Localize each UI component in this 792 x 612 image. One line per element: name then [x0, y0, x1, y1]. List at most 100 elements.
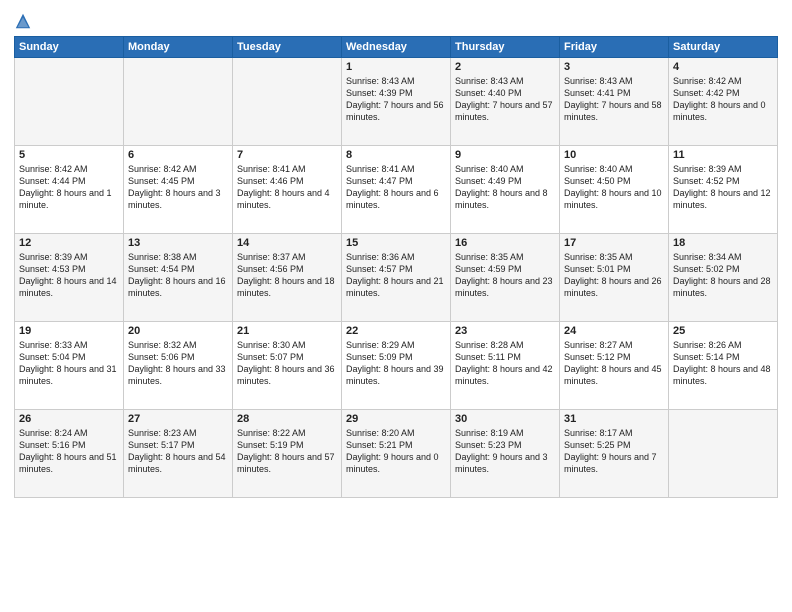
day-number: 11 [673, 149, 773, 161]
day-number: 22 [346, 325, 446, 337]
cell-info: Sunrise: 8:30 AM Sunset: 5:07 PM Dayligh… [237, 339, 337, 388]
day-number: 30 [455, 413, 555, 425]
day-number: 27 [128, 413, 228, 425]
day-number: 3 [564, 61, 664, 73]
cell-info: Sunrise: 8:43 AM Sunset: 4:41 PM Dayligh… [564, 75, 664, 124]
day-number: 19 [19, 325, 119, 337]
calendar-cell: 29 Sunrise: 8:20 AM Sunset: 5:21 PM Dayli… [342, 410, 451, 498]
day-number: 23 [455, 325, 555, 337]
header-saturday: Saturday [669, 37, 778, 58]
cell-info: Sunrise: 8:23 AM Sunset: 5:17 PM Dayligh… [128, 427, 228, 476]
calendar-cell: 22Sunrise: 8:29 AM Sunset: 5:09 PM Dayli… [342, 322, 451, 410]
day-number: 6 [128, 149, 228, 161]
calendar-cell: 15Sunrise: 8:36 AM Sunset: 4:57 PM Dayli… [342, 234, 451, 322]
day-number: 17 [564, 237, 664, 249]
cell-info: Sunrise: 8:40 AM Sunset: 4:50 PM Dayligh… [564, 163, 664, 212]
page-header [14, 12, 778, 30]
cell-info: Sunrise: 8:42 AM Sunset: 4:45 PM Dayligh… [128, 163, 228, 212]
calendar-cell: 21 Sunrise: 8:30 AM Sunset: 5:07 PM Dayli… [233, 322, 342, 410]
calendar-cell: 11 Sunrise: 8:39 AM Sunset: 4:52 PM Dayli… [669, 146, 778, 234]
cell-info: Sunrise: 8:27 AM Sunset: 5:12 PM Dayligh… [564, 339, 664, 388]
calendar-row-0: 1Sunrise: 8:43 AM Sunset: 4:39 PM Daylig… [15, 58, 778, 146]
day-number: 24 [564, 325, 664, 337]
day-number: 31 [564, 413, 664, 425]
day-number: 18 [673, 237, 773, 249]
header-thursday: Thursday [451, 37, 560, 58]
calendar-cell: 28Sunrise: 8:22 AM Sunset: 5:19 PM Dayli… [233, 410, 342, 498]
calendar-cell: 14 Sunrise: 8:37 AM Sunset: 4:56 PM Dayli… [233, 234, 342, 322]
cell-info: Sunrise: 8:17 AM Sunset: 5:25 PM Dayligh… [564, 427, 664, 476]
cell-info: Sunrise: 8:38 AM Sunset: 4:54 PM Dayligh… [128, 251, 228, 300]
calendar-cell: 18Sunrise: 8:34 AM Sunset: 5:02 PM Dayli… [669, 234, 778, 322]
day-number: 20 [128, 325, 228, 337]
calendar-cell [233, 58, 342, 146]
calendar-row-3: 19 Sunrise: 8:33 AM Sunset: 5:04 PM Dayli… [15, 322, 778, 410]
calendar-cell: 6 Sunrise: 8:42 AM Sunset: 4:45 PM Daylig… [124, 146, 233, 234]
calendar-cell [15, 58, 124, 146]
calendar-cell [124, 58, 233, 146]
calendar-cell: 5Sunrise: 8:42 AM Sunset: 4:44 PM Daylig… [15, 146, 124, 234]
calendar-row-2: 12 Sunrise: 8:39 AM Sunset: 4:53 PM Dayli… [15, 234, 778, 322]
cell-info: Sunrise: 8:37 AM Sunset: 4:56 PM Dayligh… [237, 251, 337, 300]
cell-info: Sunrise: 8:28 AM Sunset: 5:11 PM Dayligh… [455, 339, 555, 388]
calendar-cell: 12 Sunrise: 8:39 AM Sunset: 4:53 PM Dayli… [15, 234, 124, 322]
cell-info: Sunrise: 8:43 AM Sunset: 4:39 PM Dayligh… [346, 75, 446, 124]
day-number: 14 [237, 237, 337, 249]
day-number: 2 [455, 61, 555, 73]
day-number: 9 [455, 149, 555, 161]
cell-info: Sunrise: 8:39 AM Sunset: 4:52 PM Dayligh… [673, 163, 773, 212]
day-number: 7 [237, 149, 337, 161]
calendar-cell: 19 Sunrise: 8:33 AM Sunset: 5:04 PM Dayli… [15, 322, 124, 410]
cell-info: Sunrise: 8:41 AM Sunset: 4:47 PM Dayligh… [346, 163, 446, 212]
cell-info: Sunrise: 8:42 AM Sunset: 4:42 PM Dayligh… [673, 75, 773, 124]
day-number: 15 [346, 237, 446, 249]
calendar-cell: 24 Sunrise: 8:27 AM Sunset: 5:12 PM Dayli… [560, 322, 669, 410]
header-wednesday: Wednesday [342, 37, 451, 58]
cell-info: Sunrise: 8:33 AM Sunset: 5:04 PM Dayligh… [19, 339, 119, 388]
calendar-cell: 2 Sunrise: 8:43 AM Sunset: 4:40 PM Daylig… [451, 58, 560, 146]
calendar-cell: 27 Sunrise: 8:23 AM Sunset: 5:17 PM Dayli… [124, 410, 233, 498]
cell-info: Sunrise: 8:19 AM Sunset: 5:23 PM Dayligh… [455, 427, 555, 476]
calendar-header-row: Sunday Monday Tuesday Wednesday Thursday… [15, 37, 778, 58]
calendar-row-1: 5Sunrise: 8:42 AM Sunset: 4:44 PM Daylig… [15, 146, 778, 234]
calendar-cell: 23 Sunrise: 8:28 AM Sunset: 5:11 PM Dayli… [451, 322, 560, 410]
calendar-cell: 31 Sunrise: 8:17 AM Sunset: 5:25 PM Dayli… [560, 410, 669, 498]
day-number: 10 [564, 149, 664, 161]
cell-info: Sunrise: 8:20 AM Sunset: 5:21 PM Dayligh… [346, 427, 446, 476]
calendar-cell: 13Sunrise: 8:38 AM Sunset: 4:54 PM Dayli… [124, 234, 233, 322]
day-number: 29 [346, 413, 446, 425]
day-number: 16 [455, 237, 555, 249]
cell-info: Sunrise: 8:43 AM Sunset: 4:40 PM Dayligh… [455, 75, 555, 124]
calendar-cell: 16 Sunrise: 8:35 AM Sunset: 4:59 PM Dayli… [451, 234, 560, 322]
calendar-cell: 25Sunrise: 8:26 AM Sunset: 5:14 PM Dayli… [669, 322, 778, 410]
calendar-cell: 10 Sunrise: 8:40 AM Sunset: 4:50 PM Dayli… [560, 146, 669, 234]
logo-icon [14, 12, 32, 30]
cell-info: Sunrise: 8:39 AM Sunset: 4:53 PM Dayligh… [19, 251, 119, 300]
calendar-table: Sunday Monday Tuesday Wednesday Thursday… [14, 36, 778, 498]
cell-info: Sunrise: 8:35 AM Sunset: 5:01 PM Dayligh… [564, 251, 664, 300]
day-number: 8 [346, 149, 446, 161]
calendar-cell: 3 Sunrise: 8:43 AM Sunset: 4:41 PM Daylig… [560, 58, 669, 146]
calendar-cell: 9Sunrise: 8:40 AM Sunset: 4:49 PM Daylig… [451, 146, 560, 234]
cell-info: Sunrise: 8:41 AM Sunset: 4:46 PM Dayligh… [237, 163, 337, 212]
day-number: 21 [237, 325, 337, 337]
day-number: 25 [673, 325, 773, 337]
calendar-cell: 26 Sunrise: 8:24 AM Sunset: 5:16 PM Dayli… [15, 410, 124, 498]
cell-info: Sunrise: 8:32 AM Sunset: 5:06 PM Dayligh… [128, 339, 228, 388]
calendar-cell: 17 Sunrise: 8:35 AM Sunset: 5:01 PM Dayli… [560, 234, 669, 322]
cell-info: Sunrise: 8:35 AM Sunset: 4:59 PM Dayligh… [455, 251, 555, 300]
cell-info: Sunrise: 8:22 AM Sunset: 5:19 PM Dayligh… [237, 427, 337, 476]
logo [14, 12, 36, 30]
calendar-cell: 8 Sunrise: 8:41 AM Sunset: 4:47 PM Daylig… [342, 146, 451, 234]
header-friday: Friday [560, 37, 669, 58]
calendar-cell: 30 Sunrise: 8:19 AM Sunset: 5:23 PM Dayli… [451, 410, 560, 498]
day-number: 12 [19, 237, 119, 249]
header-monday: Monday [124, 37, 233, 58]
header-sunday: Sunday [15, 37, 124, 58]
calendar-cell: 7 Sunrise: 8:41 AM Sunset: 4:46 PM Daylig… [233, 146, 342, 234]
calendar-cell: 20 Sunrise: 8:32 AM Sunset: 5:06 PM Dayli… [124, 322, 233, 410]
day-number: 4 [673, 61, 773, 73]
calendar-cell: 4 Sunrise: 8:42 AM Sunset: 4:42 PM Daylig… [669, 58, 778, 146]
day-number: 26 [19, 413, 119, 425]
cell-info: Sunrise: 8:24 AM Sunset: 5:16 PM Dayligh… [19, 427, 119, 476]
